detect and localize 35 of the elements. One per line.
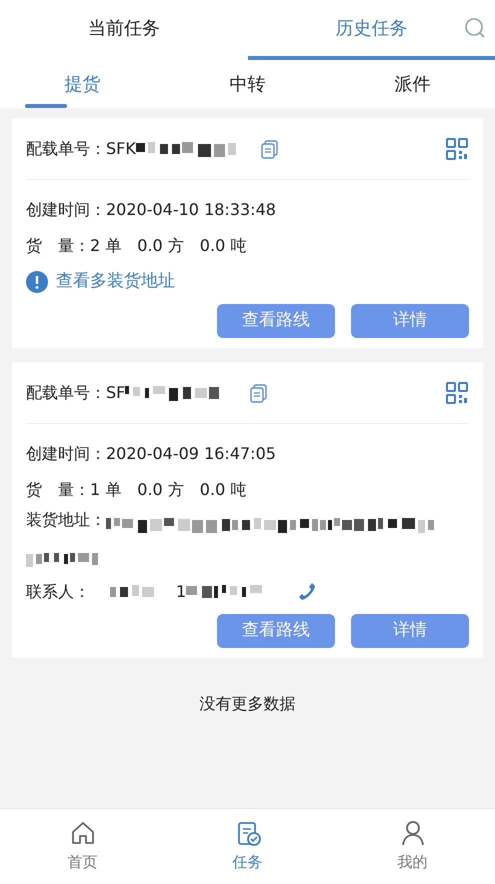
nav-tab[interactable]: 首页: [0, 809, 165, 884]
field-label: 装货地址：: [26, 509, 106, 531]
field-value: 2020-04-09 16:47:05: [106, 443, 276, 465]
category-tab[interactable]: 派件: [330, 60, 495, 108]
order-number: SFK: [106, 138, 136, 160]
order-number: SF: [106, 382, 126, 404]
field-label: 货 量：: [26, 235, 90, 257]
order-label: 配载单号：: [26, 382, 106, 404]
field-value: 2 单 0.0 方 0.0 吨: [90, 235, 246, 257]
field-value: 1 单 0.0 方 0.0 吨: [90, 479, 246, 501]
copy-icon[interactable]: [260, 138, 280, 158]
nav-tab[interactable]: 任务: [165, 809, 330, 884]
category-tab[interactable]: 中转: [165, 60, 330, 108]
nav-tab[interactable]: 我的: [330, 809, 495, 884]
field-label: 创建时间：: [26, 199, 106, 221]
task-tab[interactable]: 当前任务: [0, 0, 248, 60]
address-link[interactable]: 查看多装货地址: [56, 269, 175, 295]
qr-code-icon[interactable]: [445, 136, 469, 160]
category-tab[interactable]: 提货: [0, 60, 165, 108]
field-label: 创建时间：: [26, 443, 106, 465]
details-button[interactable]: 详情: [351, 614, 469, 648]
qr-code-icon[interactable]: [445, 380, 469, 404]
field-label: 货 量：: [26, 479, 90, 501]
order-label: 配载单号：: [26, 138, 106, 160]
route-button[interactable]: 查看路线: [217, 304, 335, 338]
field-label: 联系人：: [26, 581, 90, 603]
field-value: 2020-04-10 18:33:48: [106, 199, 276, 221]
info-icon[interactable]: [26, 271, 48, 293]
copy-icon[interactable]: [249, 382, 270, 402]
task-tab[interactable]: 历史任务: [248, 0, 495, 60]
search-icon[interactable]: [463, 16, 487, 40]
no-more-data-text: 没有更多数据: [198, 693, 296, 715]
details-button[interactable]: 详情: [351, 304, 469, 338]
route-button[interactable]: 查看路线: [217, 614, 335, 648]
phone-number: 1: [176, 581, 186, 603]
